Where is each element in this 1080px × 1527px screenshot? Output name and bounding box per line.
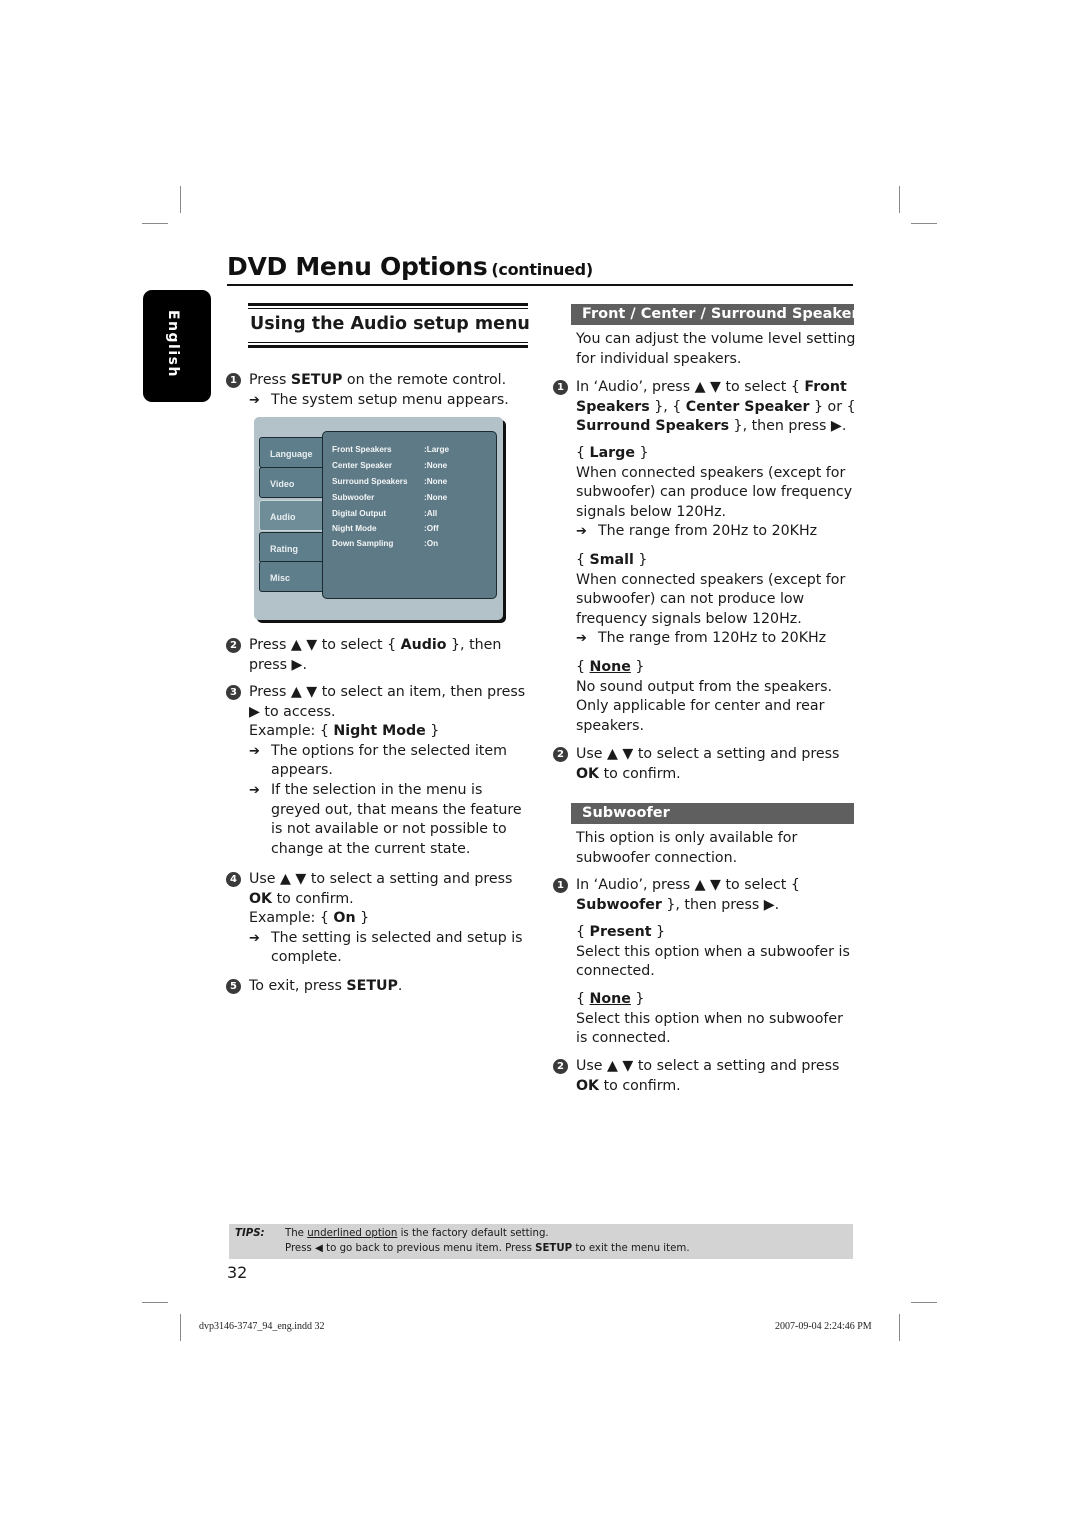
menu-panel: Front Speakers:Large Center Speaker:None… <box>322 431 497 599</box>
crop-mark <box>911 1302 937 1303</box>
subwoofer-intro: This option is only available for subwoo… <box>576 830 798 866</box>
step-example: Example: { On } <box>249 910 370 927</box>
step-number-icon: 5 <box>226 979 241 994</box>
option-name: { None } <box>576 991 645 1007</box>
option-name: { Large } <box>576 445 649 461</box>
step-result: ➔ The setting is selected and setup is co… <box>249 929 523 966</box>
arrow-right-icon: ➔ <box>249 392 260 408</box>
menu-item: Down Sampling:On <box>332 539 439 548</box>
option-present: { Present } Select this option when a su… <box>576 923 856 982</box>
option-name: { Small } <box>576 552 648 568</box>
step-1: 1 Press SETUP on the remote control. ➔ Th… <box>226 371 529 411</box>
option-result: ➔ The range from 120Hz to 20KHz <box>576 629 856 649</box>
step-number-icon: 2 <box>553 1059 568 1074</box>
step-number-icon: 4 <box>226 872 241 887</box>
page-title-suffix: (continued) <box>491 260 593 279</box>
section-title: Using the Audio setup menu <box>250 314 530 334</box>
subwoofer-heading: Subwoofer <box>571 803 854 824</box>
crop-mark <box>911 223 937 224</box>
menu-tab-misc: Misc <box>259 561 325 592</box>
menu-item: Surround Speakers:None <box>332 477 448 486</box>
speakers-step-1: 1 In ‘Audio’, press ▲ ▼ to select { Fron… <box>553 378 861 437</box>
language-tab: English <box>143 290 211 402</box>
step-result: ➔ If the selection in the menu is greyed … <box>249 781 522 857</box>
heading-rule-top <box>248 303 528 309</box>
tips-box: TIPS: The underlined option is the facto… <box>229 1224 853 1259</box>
step-number-icon: 1 <box>553 380 568 395</box>
menu-tab-language: Language <box>259 437 325 468</box>
crop-mark <box>142 223 168 224</box>
option-small: { Small } When connected speakers (excep… <box>576 551 856 649</box>
option-name: { Present } <box>576 924 666 940</box>
tips-line-2: Press ◀ to go back to previous menu item… <box>285 1243 690 1254</box>
menu-item: Digital Output:All <box>332 509 438 518</box>
option-none: { None } No sound output from the speake… <box>576 658 856 736</box>
crop-mark <box>180 186 181 213</box>
section-heading: Using the Audio setup menu <box>248 303 530 348</box>
page-title: DVD Menu Options (continued) <box>227 252 853 286</box>
arrow-right-icon: ➔ <box>249 930 260 946</box>
option-name: { None } <box>576 659 645 675</box>
menu-item: Front Speakers:Large <box>332 445 450 454</box>
tips-line-1: The underlined option is the factory def… <box>285 1228 549 1239</box>
step-5: 5 To exit, press SETUP. <box>226 977 529 997</box>
step-example: Example: { Night Mode } <box>249 723 440 740</box>
menu-item: Night Mode:Off <box>332 524 439 533</box>
arrow-right-icon: ➔ <box>576 524 587 540</box>
page-title-text: DVD Menu Options <box>227 252 488 281</box>
step-3: 3 Press ▲ ▼ to select an item, then pres… <box>226 683 529 859</box>
step-number-icon: 1 <box>553 878 568 893</box>
menu-item: Center Speaker:None <box>332 461 448 470</box>
menu-tab-video: Video <box>259 467 325 498</box>
speakers-intro: You can adjust the volume level setting … <box>576 331 856 367</box>
step-result: ➔ The system setup menu appears. <box>249 391 529 411</box>
option-large: { Large } When connected speakers (excep… <box>576 444 856 542</box>
crop-mark <box>180 1314 181 1341</box>
heading-rule-bottom <box>248 342 528 348</box>
setup-menu-screenshot: Language Video Audio Rating Misc Front S… <box>254 417 503 620</box>
crop-mark <box>899 186 900 213</box>
option-result: ➔ The range from 20Hz to 20KHz <box>576 522 856 542</box>
step-number-icon: 2 <box>226 638 241 653</box>
arrow-right-icon: ➔ <box>249 743 260 759</box>
subwoofer-step-2: 2 Use ▲ ▼ to select a setting and press … <box>553 1057 856 1096</box>
crop-mark <box>142 1302 168 1303</box>
menu-item: Subwoofer:None <box>332 493 448 502</box>
arrow-right-icon: ➔ <box>249 782 260 798</box>
step-2: 2 Press ▲ ▼ to select { Audio }, then pr… <box>226 636 529 675</box>
step-number-icon: 3 <box>226 685 241 700</box>
step-result: ➔ The options for the selected item appea… <box>249 742 507 779</box>
language-tab-label: English <box>165 310 181 378</box>
tips-label: TIPS: <box>235 1228 265 1239</box>
slug-filename: dvp3146-3747_94_eng.indd 32 <box>199 1321 325 1332</box>
speakers-step-2: 2 Use ▲ ▼ to select a setting and press … <box>553 745 856 784</box>
subwoofer-step-1: 1 In ‘Audio’, press ▲ ▼ to select { Subw… <box>553 876 856 915</box>
menu-tab-rating: Rating <box>259 532 325 563</box>
step-number-icon: 2 <box>553 747 568 762</box>
slug-timestamp: 2007-09-04 2:24:46 PM <box>775 1321 872 1332</box>
step-4: 4 Use ▲ ▼ to select a setting and press … <box>226 870 529 968</box>
speakers-heading: Front / Center / Surround Speakers <box>571 304 867 325</box>
page-number: 32 <box>227 1263 248 1282</box>
arrow-right-icon: ➔ <box>576 631 587 647</box>
option-none-subwoofer: { None } Select this option when no subw… <box>576 990 856 1049</box>
step-number-icon: 1 <box>226 373 241 388</box>
menu-tab-audio: Audio <box>259 500 325 531</box>
crop-mark <box>899 1314 900 1341</box>
